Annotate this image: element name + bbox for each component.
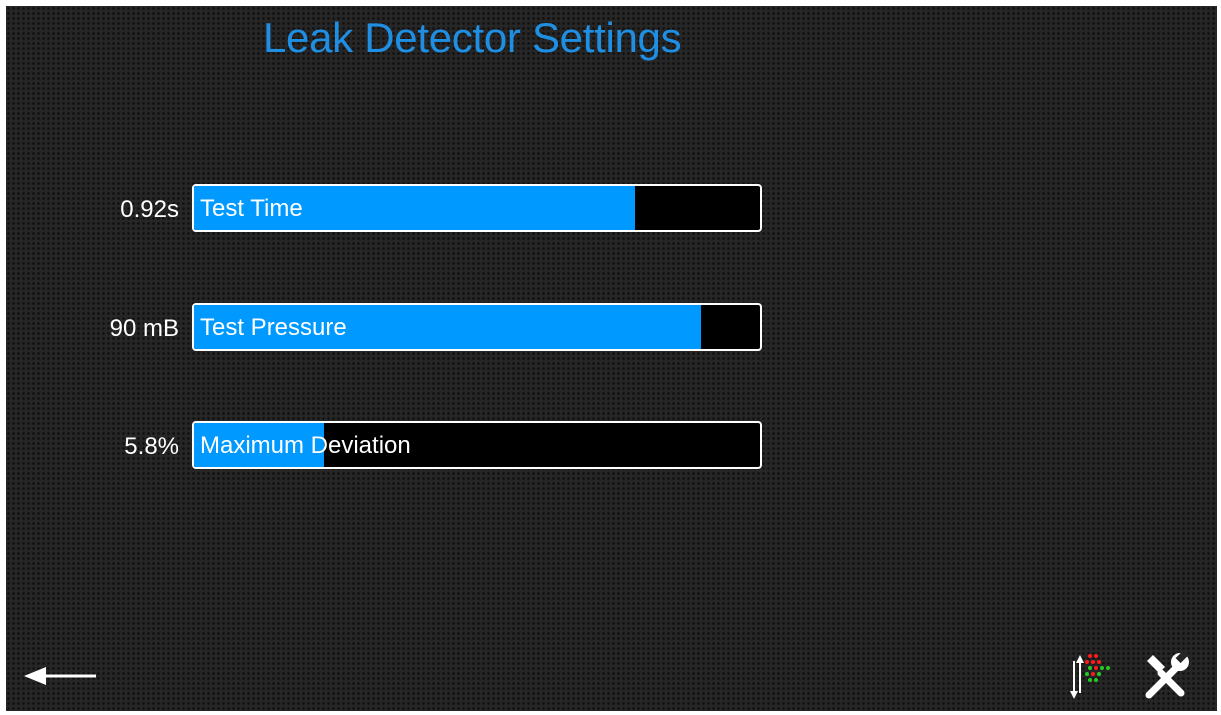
maximum-deviation-label: Maximum Deviation (200, 432, 411, 459)
setting-row-test-time: 0.92s Test Time (6, 184, 766, 232)
tools-button[interactable] (1141, 649, 1191, 701)
tools-icon (1145, 649, 1190, 699)
back-button[interactable] (24, 661, 98, 691)
maximum-deviation-value: 5.8% (124, 433, 179, 460)
test-pressure-label: Test Pressure (200, 314, 347, 341)
setting-row-maximum-deviation: 5.8% Maximum Deviation (6, 421, 766, 469)
test-pressure-value: 90 mB (109, 315, 179, 342)
left-arrow-icon (24, 667, 96, 685)
test-time-label: Test Time (200, 195, 303, 222)
test-time-value: 0.92s (120, 196, 179, 223)
test-time-slider[interactable]: Test Time (192, 184, 762, 232)
settings-screen: Leak Detector Settings 0.92s Test Time 9… (6, 6, 1217, 711)
io-status-button[interactable] (1061, 649, 1121, 701)
page-title: Leak Detector Settings (263, 14, 682, 61)
setting-row-test-pressure: 90 mB Test Pressure (6, 303, 766, 351)
io-status-icon (1070, 654, 1110, 699)
maximum-deviation-slider[interactable]: Maximum Deviation (192, 421, 762, 469)
test-pressure-slider[interactable]: Test Pressure (192, 303, 762, 351)
